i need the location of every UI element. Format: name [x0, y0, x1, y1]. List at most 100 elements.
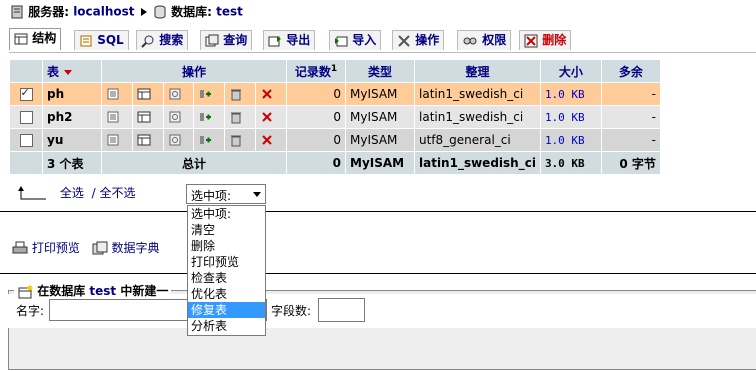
sql-icon [80, 35, 92, 46]
divider [0, 273, 756, 274]
tab-label: 查询 [223, 33, 248, 47]
tables-list: 表 操作 记录数1 类型 整理 大小 多余 ph 0 MyISAM latin1… [9, 59, 661, 175]
tab-operations[interactable]: 操作 [392, 30, 445, 50]
name-label: 名字: [16, 304, 45, 318]
table-overhead: - [601, 106, 660, 128]
header-size: 大小 [540, 60, 601, 82]
tab-label: 删除 [542, 33, 567, 47]
server-link[interactable]: localhost [73, 5, 134, 19]
option-print-view[interactable]: 打印预览 [188, 254, 265, 270]
query-icon [205, 34, 219, 46]
table-name[interactable]: ph2 [43, 106, 101, 128]
option-empty[interactable]: 清空 [188, 222, 265, 238]
drop-icon[interactable] [260, 87, 274, 101]
tab-sql[interactable]: SQL [74, 30, 129, 50]
table-name[interactable]: ph [43, 83, 101, 105]
create-table-legend: 在数据库 test 中新建一 [14, 282, 172, 299]
tab-label: 搜索 [159, 33, 184, 47]
structure-icon[interactable] [137, 133, 151, 147]
header-records: 记录数1 [287, 60, 345, 82]
tab-label: 导入 [352, 33, 377, 47]
browse-icon[interactable] [106, 110, 120, 124]
selection-controls: 全选 / 全不选 [18, 184, 136, 204]
tab-label: 权限 [482, 33, 507, 47]
table-row[interactable]: ph 0 MyISAM latin1_swedish_ci 1.0 KB - [10, 83, 660, 105]
tab-label: 操作 [415, 33, 440, 47]
tab-privileges[interactable]: 权限 [457, 30, 512, 50]
footer-table-count: 3 个表 [43, 152, 101, 174]
browse-icon[interactable] [106, 133, 120, 147]
table-size[interactable]: 1.0 KB [540, 106, 601, 128]
table-overhead: - [601, 129, 660, 151]
table-type: MyISAM [346, 106, 414, 128]
header-overhead: 多余 [601, 60, 660, 82]
database-link[interactable]: test [216, 5, 243, 19]
table-records: 0 [287, 106, 345, 128]
drop-icon[interactable] [260, 110, 274, 124]
tab-import[interactable]: 导入 [329, 30, 382, 50]
table-type: MyISAM [346, 83, 414, 105]
tab-drop[interactable]: 删除 [519, 30, 572, 50]
table-row[interactable]: ph2 0 MyISAM latin1_swedish_ci 1.0 KB - [10, 106, 660, 128]
tab-export[interactable]: 导出 [263, 30, 316, 50]
insert-icon[interactable] [198, 87, 212, 101]
search-table-icon[interactable] [168, 87, 182, 101]
option-check-table[interactable]: 检查表 [188, 270, 265, 286]
table-name[interactable]: yu [43, 129, 101, 151]
print-view-link[interactable]: 打印预览 [32, 241, 80, 255]
tab-label: 结构 [32, 31, 57, 45]
import-icon [335, 36, 348, 46]
empty-trash-icon[interactable] [229, 133, 243, 147]
database-icon [154, 5, 166, 18]
row-checkbox[interactable] [19, 86, 33, 101]
header-collation: 整理 [415, 60, 540, 82]
footer-records: 0 [287, 152, 345, 174]
drop-icon[interactable] [260, 133, 274, 147]
browse-icon[interactable] [106, 87, 120, 101]
footer-overhead: 0 字节 [601, 152, 660, 174]
select-none-link[interactable]: 全不选 [100, 186, 136, 200]
empty-trash-icon[interactable] [229, 87, 243, 101]
option-drop[interactable]: 删除 [188, 238, 265, 254]
search-table-icon[interactable] [168, 110, 182, 124]
insert-icon[interactable] [198, 133, 212, 147]
drop-icon [524, 34, 538, 47]
table-size[interactable]: 1.0 KB [540, 83, 601, 105]
row-checkbox[interactable] [19, 134, 33, 147]
structure-icon[interactable] [137, 110, 151, 124]
option-analyze-table[interactable]: 分析表 [188, 318, 265, 334]
option-repair-table[interactable]: 修复表 [188, 302, 265, 318]
arrow-right-icon [140, 7, 147, 16]
empty-trash-icon[interactable] [229, 110, 243, 124]
search-icon [141, 35, 154, 48]
print-links: 打印预览 数据字典 [12, 239, 160, 256]
table-collation: latin1_swedish_ci [415, 106, 540, 128]
select-all-link[interactable]: 全选 [60, 186, 84, 200]
footer-type: MyISAM [346, 152, 414, 174]
footer-collation: latin1_swedish_ci [415, 152, 540, 174]
fields-label: 字段数: [271, 304, 312, 318]
tab-query[interactable]: 查询 [200, 30, 253, 50]
field-count-input[interactable] [318, 298, 365, 322]
table-collation: latin1_swedish_ci [415, 83, 540, 105]
row-checkbox[interactable] [19, 111, 33, 124]
tab-search[interactable]: 搜索 [136, 30, 189, 50]
data-dictionary-link[interactable]: 数据字典 [112, 241, 160, 255]
table-size[interactable]: 1.0 KB [540, 129, 601, 151]
footer-spacer [10, 152, 42, 174]
with-selected-options-list[interactable]: 选中项: 清空 删除 打印预览 检查表 优化表 修复表 分析表 [187, 205, 266, 336]
search-table-icon[interactable] [168, 133, 182, 147]
table-row[interactable]: yu 0 MyISAM utf8_general_ci 1.0 KB - [10, 129, 660, 151]
sort-desc-icon [64, 70, 73, 75]
header-table[interactable]: 表 [43, 60, 101, 82]
insert-icon[interactable] [198, 110, 212, 124]
option-select-label[interactable]: 选中项: [188, 206, 265, 222]
option-optimize-table[interactable]: 优化表 [188, 286, 265, 302]
table-footer-row: 3 个表 总计 0 MyISAM latin1_swedish_ci 3.0 K… [10, 152, 660, 174]
structure-icon[interactable] [137, 87, 151, 101]
tab-label: 导出 [286, 33, 311, 47]
divider [0, 211, 756, 212]
with-selected-dropdown[interactable]: 选中项: [186, 184, 266, 204]
table-records: 0 [287, 129, 345, 151]
tab-structure[interactable]: 结构 [9, 28, 62, 50]
